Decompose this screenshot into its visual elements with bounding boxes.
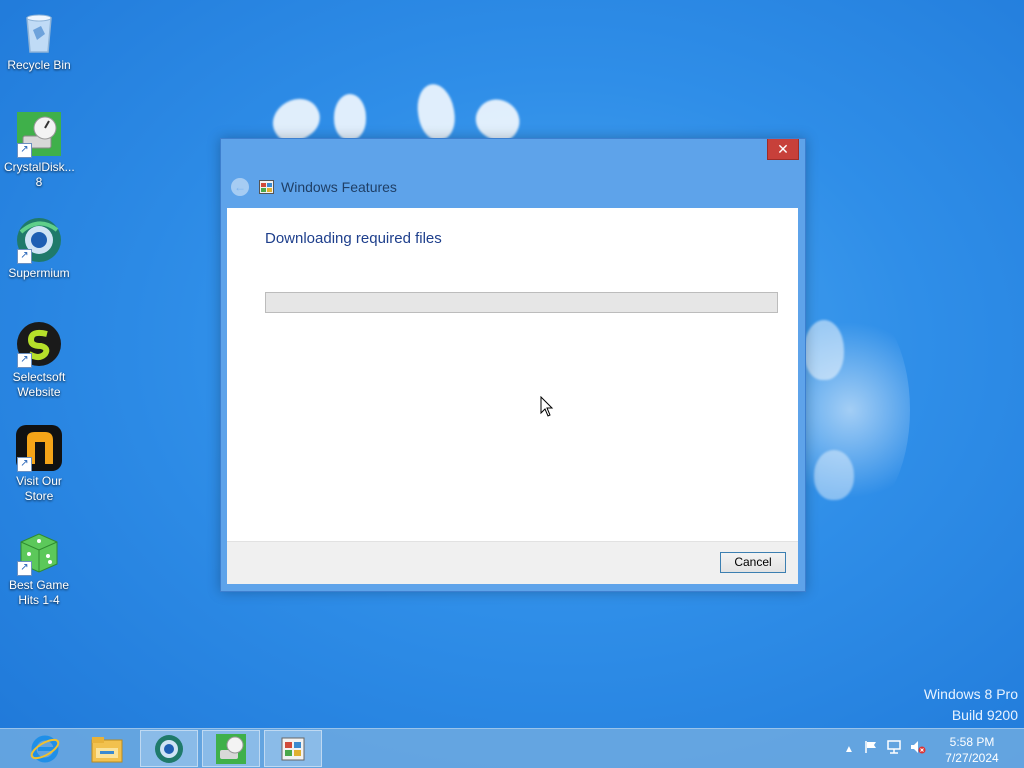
desktop-icon-visit-store[interactable]: ↗ Visit Our Store	[4, 424, 74, 504]
recycle-bin-icon	[15, 8, 63, 56]
taskbar-windows-features[interactable]	[264, 730, 322, 767]
store-icon: ↗	[15, 424, 63, 472]
taskbar-supermium[interactable]	[140, 730, 198, 767]
crystaldisk-icon: ↗	[15, 110, 63, 158]
cancel-button[interactable]: Cancel	[720, 552, 786, 573]
internet-explorer-icon	[30, 735, 60, 762]
desktop-icon-crystaldisk[interactable]: ↗ CrystalDisk... 8	[4, 110, 75, 190]
taskbar: ▲ 5:58 PM 7/27/2024	[0, 728, 1024, 768]
system-tray: ▲	[844, 729, 926, 768]
desktop-icon-supermium[interactable]: ↗ Supermium	[4, 216, 74, 281]
desktop-icon-label: Best Game Hits 1-4	[8, 578, 70, 607]
taskbar-internet-explorer[interactable]	[16, 730, 74, 767]
windows-features-icon	[259, 180, 274, 194]
crystaldisk-icon	[216, 733, 246, 764]
dialog-footer: Cancel	[227, 541, 798, 584]
dialog-titlebar: ← Windows Features	[231, 177, 397, 197]
clock-time: 5:58 PM	[949, 735, 995, 749]
watermark-build: Build 9200	[951, 707, 1018, 723]
desktop-icon-selectsoft[interactable]: ↗ Selectsoft Website	[4, 320, 74, 400]
back-arrow-icon[interactable]: ←	[231, 178, 249, 196]
status-heading: Downloading required files	[265, 230, 442, 247]
taskbar-crystaldisk[interactable]	[202, 730, 260, 767]
dice-icon: ↗	[15, 528, 63, 576]
network-icon[interactable]	[886, 739, 902, 759]
watermark-edition: Windows 8 Pro	[923, 686, 1018, 702]
windows-features-dialog: ✕ ← Windows Features Downloading require…	[220, 138, 806, 592]
desktop-icon-label: CrystalDisk... 8	[4, 160, 75, 189]
dialog-content: Downloading required files Cancel	[227, 208, 798, 584]
shortcut-arrow-icon: ↗	[17, 353, 32, 368]
desktop-icon-label: Recycle Bin	[7, 58, 71, 72]
action-center-flag-icon[interactable]	[864, 740, 878, 759]
selectsoft-icon: ↗	[15, 320, 63, 368]
file-explorer-icon	[91, 736, 123, 762]
show-hidden-icons-icon[interactable]: ▲	[844, 744, 854, 755]
volume-muted-icon[interactable]	[910, 740, 926, 759]
windows-watermark: Windows 8 Pro Build 9200	[924, 684, 1018, 726]
desktop-icon-label: Selectsoft Website	[12, 370, 66, 399]
desktop-icon-best-game-hits[interactable]: ↗ Best Game Hits 1-4	[4, 528, 74, 608]
shortcut-arrow-icon: ↗	[17, 143, 32, 158]
desktop-icon-label: Supermium	[8, 266, 70, 280]
supermium-icon: ↗	[15, 216, 63, 264]
dialog-title: Windows Features	[281, 179, 397, 195]
supermium-icon	[155, 734, 183, 763]
desktop-icon-recycle-bin[interactable]: Recycle Bin	[4, 8, 74, 73]
windows-features-icon	[281, 737, 305, 760]
download-progress-bar	[265, 292, 778, 313]
taskbar-clock[interactable]: 5:58 PM 7/27/2024	[942, 734, 1002, 766]
clock-date: 7/27/2024	[945, 751, 999, 765]
desktop-icon-label: Visit Our Store	[16, 474, 62, 503]
close-button[interactable]: ✕	[767, 139, 799, 160]
shortcut-arrow-icon: ↗	[17, 561, 32, 576]
mouse-cursor-icon	[540, 395, 554, 423]
shortcut-arrow-icon: ↗	[17, 249, 32, 264]
shortcut-arrow-icon: ↗	[17, 457, 32, 472]
taskbar-file-explorer[interactable]	[78, 730, 136, 767]
